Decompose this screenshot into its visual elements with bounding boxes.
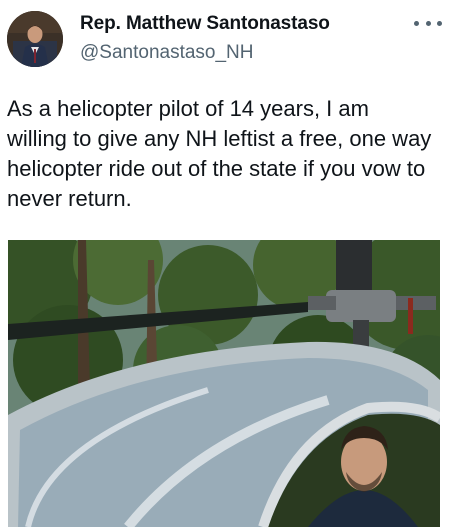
more-options-icon[interactable] xyxy=(414,13,442,33)
tweet-media[interactable] xyxy=(8,240,440,527)
avatar-photo xyxy=(7,11,63,67)
author-name[interactable]: Rep. Matthew Santonastaso xyxy=(80,13,330,35)
author-handle[interactable]: @Santonastaso_NH xyxy=(80,42,254,64)
avatar[interactable] xyxy=(7,11,63,67)
more-dot xyxy=(425,20,431,26)
more-dot xyxy=(414,20,419,26)
helicopter-photo xyxy=(8,240,440,527)
tweet-text: As a helicopter pilot of 14 years, I am … xyxy=(7,96,432,211)
more-dot xyxy=(437,20,442,26)
